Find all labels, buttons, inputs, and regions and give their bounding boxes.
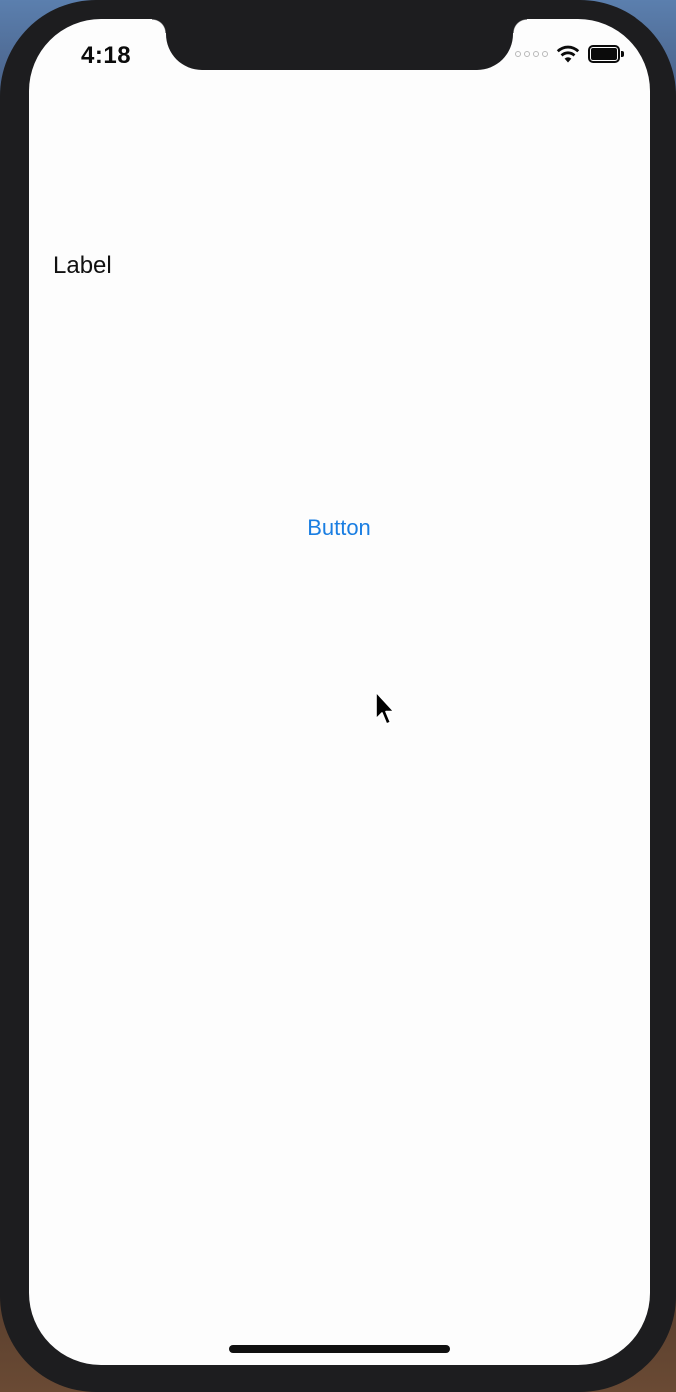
main-label: Label bbox=[53, 252, 112, 279]
status-time: 4:18 bbox=[81, 42, 132, 69]
battery-icon bbox=[588, 45, 624, 63]
status-indicators bbox=[515, 45, 624, 63]
wifi-icon bbox=[556, 45, 580, 63]
main-button[interactable]: Button bbox=[260, 508, 418, 548]
home-indicator[interactable] bbox=[229, 1345, 450, 1353]
device-frame: 4:18 Label Button bbox=[0, 0, 676, 1392]
app-screen: 4:18 Label Button bbox=[29, 19, 650, 1365]
cellular-signal-dots-icon bbox=[515, 51, 548, 57]
device-notch bbox=[152, 19, 527, 70]
